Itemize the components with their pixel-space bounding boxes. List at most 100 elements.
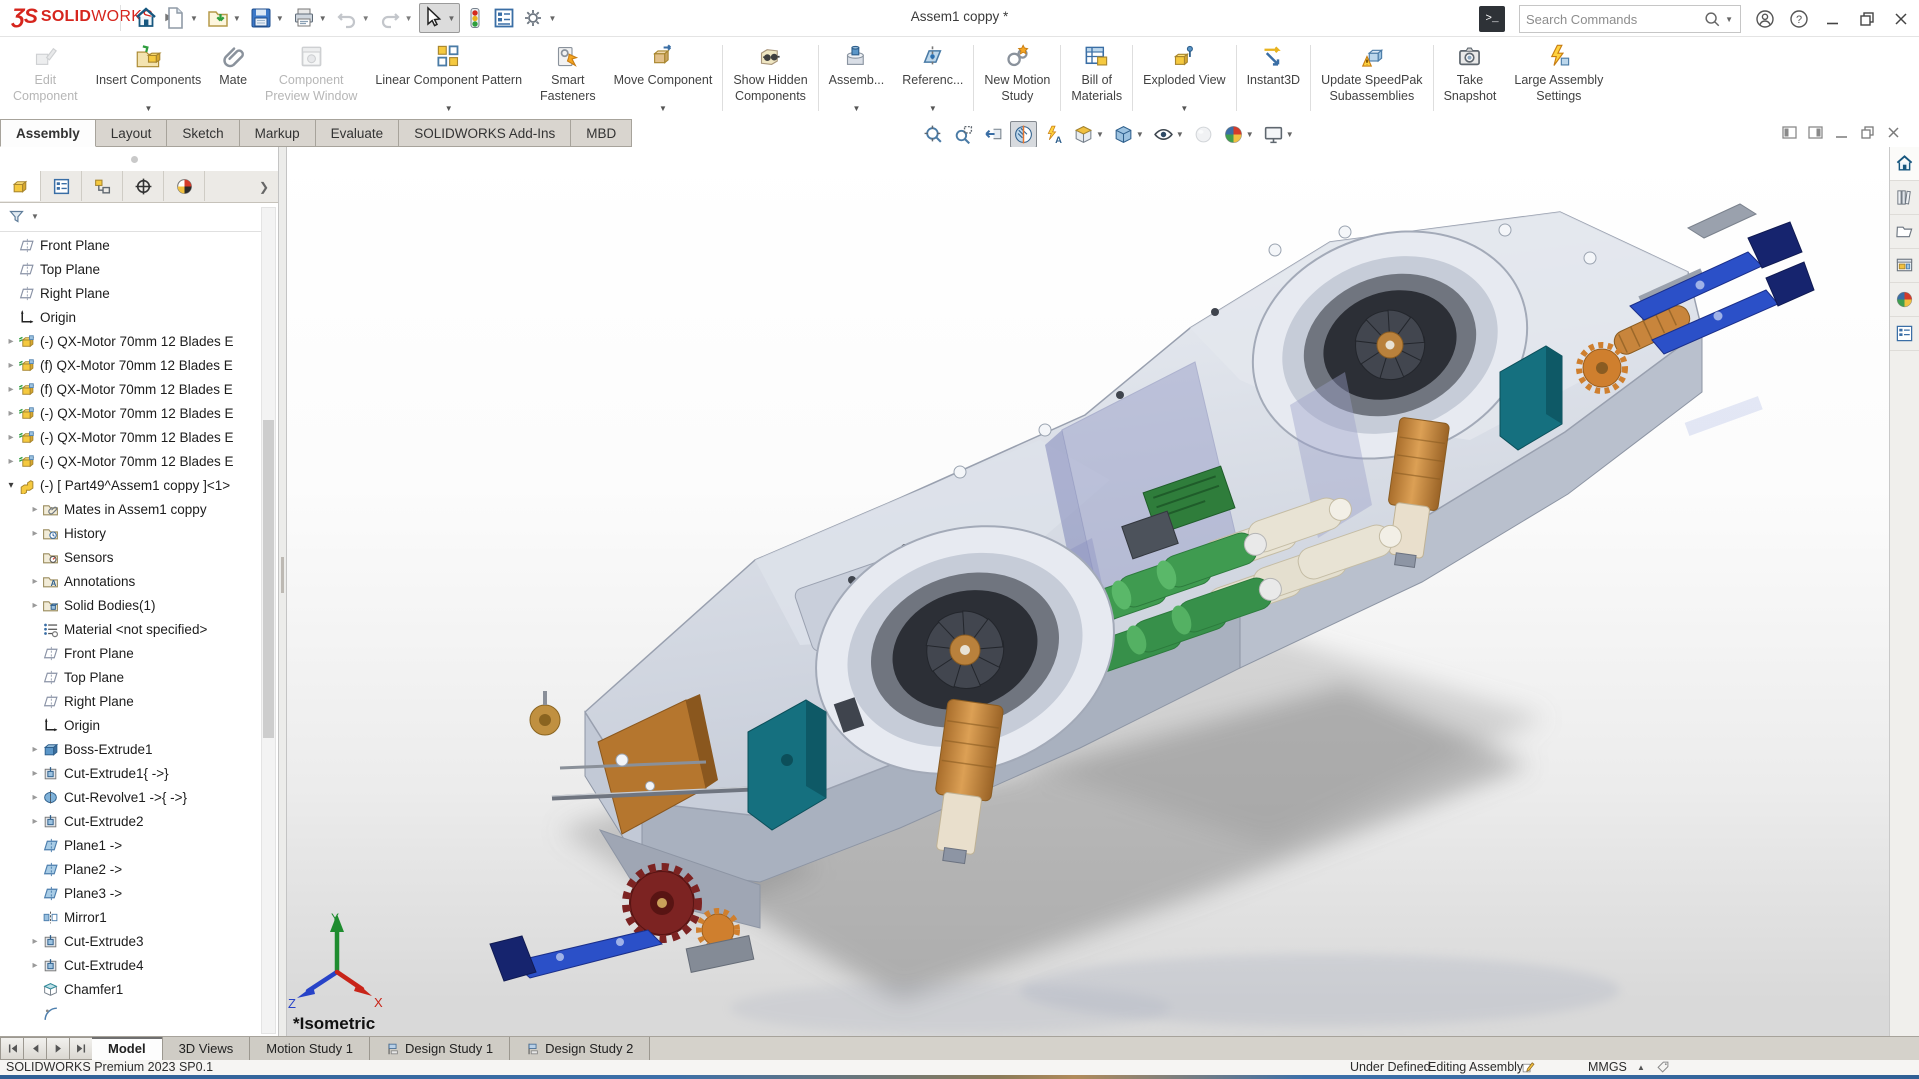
minimize-button[interactable]	[1823, 9, 1843, 29]
undo-dropdown-icon[interactable]: ▼	[362, 14, 370, 23]
filter-dropdown-icon[interactable]: ▼	[31, 212, 39, 221]
settings-gear-button[interactable]: ▼	[519, 3, 561, 33]
panel-tab-dimxpertmanager[interactable]	[123, 171, 164, 201]
task-pane-custom-properties[interactable]	[1890, 317, 1919, 351]
tree-expand-icon[interactable]: ▸	[28, 936, 42, 947]
large-assembly-settings-command[interactable]: Large AssemblySettings	[1505, 37, 1612, 119]
new-doc-button[interactable]: ▼	[161, 3, 203, 33]
view-settings-button[interactable]: ▼	[1260, 121, 1297, 148]
redo-button[interactable]: ▼	[376, 3, 418, 33]
tab-sketch[interactable]: Sketch	[167, 119, 239, 147]
help-icon[interactable]: ?	[1789, 9, 1809, 29]
settings-gear-dropdown-icon[interactable]: ▼	[548, 14, 556, 23]
tree-item[interactable]: Plane2 ->	[0, 857, 261, 881]
view-orientation-dropdown-icon[interactable]: ▼	[1096, 130, 1104, 139]
tree-item[interactable]: ▸Mates in Assem1 coppy	[0, 497, 261, 521]
command-dropdown-icon[interactable]: ▼	[1180, 105, 1188, 115]
user-account-icon[interactable]	[1755, 9, 1775, 29]
tab-evaluate[interactable]: Evaluate	[316, 119, 400, 147]
section-view-button[interactable]	[1010, 121, 1037, 148]
nav-next-button[interactable]	[46, 1037, 69, 1060]
tree-expand-icon[interactable]: ▸	[4, 360, 18, 371]
print-button[interactable]: ▼	[290, 3, 332, 33]
tree-item[interactable]: ▸Boss-Extrude1	[0, 737, 261, 761]
mate-command[interactable]: Mate	[210, 37, 256, 119]
tree-expand-icon[interactable]: ▸	[28, 600, 42, 611]
tree-item[interactable]: Front Plane	[0, 233, 261, 257]
tree-item[interactable]: ▸Cut-Extrude1{ ->}	[0, 761, 261, 785]
edit-appearance-button[interactable]	[1190, 121, 1217, 148]
bottom-tab-model[interactable]: Model	[92, 1037, 163, 1060]
search-commands-box[interactable]: ▼	[1519, 5, 1741, 33]
bottom-tab-design-study-2[interactable]: Design Study 2	[510, 1037, 650, 1060]
tree-expand-icon[interactable]: ▾	[4, 480, 18, 491]
tree-expand-icon[interactable]: ▸	[28, 576, 42, 587]
search-icon[interactable]	[1703, 10, 1721, 28]
panel-tab-featuremanager[interactable]	[0, 171, 41, 201]
tab-layout[interactable]: Layout	[96, 119, 168, 147]
tab-markup[interactable]: Markup	[240, 119, 316, 147]
assembly-features-command[interactable]: Assemb...▼	[820, 37, 894, 119]
panel-tab-displaymanager[interactable]	[164, 171, 205, 201]
tree-item[interactable]: Right Plane	[0, 281, 261, 305]
restore-button[interactable]	[1857, 9, 1877, 29]
rebuild-button[interactable]	[461, 3, 489, 33]
tree-scrollbar-thumb[interactable]	[263, 420, 274, 738]
annotation-views-button[interactable]: A	[1040, 121, 1067, 148]
tree-item[interactable]: Top Plane	[0, 665, 261, 689]
task-pane-view-palette[interactable]	[1890, 249, 1919, 283]
options-list-button[interactable]	[490, 3, 518, 33]
tree-item[interactable]: ▸Cut-Extrude4	[0, 953, 261, 977]
select-cursor-button[interactable]: ▼	[419, 3, 461, 33]
tree-filter-row[interactable]: ▼	[0, 202, 264, 232]
tree-scrollbar[interactable]	[261, 207, 276, 1034]
splitter-grab-handle[interactable]	[281, 557, 284, 593]
command-dropdown-icon[interactable]: ▼	[445, 105, 453, 115]
tree-item[interactable]: Plane1 ->	[0, 833, 261, 857]
nav-last-button[interactable]	[69, 1037, 92, 1060]
win-close-button[interactable]	[1885, 124, 1902, 146]
tree-item[interactable]: ▸Cut-Revolve1 ->{ ->}	[0, 785, 261, 809]
insert-components-command[interactable]: Insert Components▼	[87, 37, 211, 119]
tab-solidworks-add-ins[interactable]: SOLIDWORKS Add-Ins	[399, 119, 571, 147]
command-dropdown-icon[interactable]: ▼	[929, 105, 937, 115]
display-style-dropdown-icon[interactable]: ▼	[1136, 130, 1144, 139]
tab-mbd[interactable]: MBD	[571, 119, 632, 147]
panel-splitter[interactable]	[279, 147, 287, 1036]
instant3d-command[interactable]: Instant3D	[1238, 37, 1310, 119]
tree-expand-icon[interactable]: ▸	[28, 816, 42, 827]
nav-prev-button[interactable]	[23, 1037, 46, 1060]
assembly-model-3d[interactable]: Y Z X *Isometric	[287, 147, 1889, 1036]
tree-item[interactable]: Origin	[0, 713, 261, 737]
search-dropdown-icon[interactable]: ▼	[1725, 15, 1733, 24]
take-snapshot-command[interactable]: TakeSnapshot	[1435, 37, 1506, 119]
tree-expand-icon[interactable]: ▸	[4, 408, 18, 419]
tree-item[interactable]: Sensors	[0, 545, 261, 569]
edit-sketch-icon[interactable]	[1521, 1060, 1535, 1075]
home-button[interactable]	[132, 3, 160, 33]
bottom-tab-design-study-1[interactable]: Design Study 1	[370, 1037, 510, 1060]
tag-icon[interactable]	[1656, 1060, 1670, 1075]
tree-item[interactable]: Plane3 ->	[0, 881, 261, 905]
win-min-button[interactable]	[1833, 124, 1850, 146]
zoom-to-fit-button[interactable]	[920, 121, 947, 148]
panel-grip-dot[interactable]	[131, 156, 138, 163]
tree-item[interactable]: ▸(f) QX-Motor 70mm 12 Blades E	[0, 377, 261, 401]
view-settings-dropdown-icon[interactable]: ▼	[1286, 130, 1294, 139]
task-pane-file-explorer[interactable]	[1890, 215, 1919, 249]
tree-item[interactable]	[0, 1001, 261, 1025]
search-input[interactable]	[1524, 11, 1703, 28]
pane-left-button[interactable]	[1781, 124, 1798, 146]
undo-button[interactable]: ▼	[333, 3, 375, 33]
tree-item[interactable]: ▸(f) QX-Motor 70mm 12 Blades E	[0, 353, 261, 377]
tree-item[interactable]: Mirror1	[0, 905, 261, 929]
tree-item[interactable]: ▸Solid Bodies(1)	[0, 593, 261, 617]
task-pane-appearances[interactable]	[1890, 283, 1919, 317]
pane-right-button[interactable]	[1807, 124, 1824, 146]
redo-dropdown-icon[interactable]: ▼	[405, 14, 413, 23]
apply-scene-button[interactable]: ▼	[1220, 121, 1257, 148]
tree-item[interactable]: ▸(-) QX-Motor 70mm 12 Blades E	[0, 425, 261, 449]
tree-item[interactable]: ▸(-) QX-Motor 70mm 12 Blades E	[0, 401, 261, 425]
tree-item[interactable]: ▸Cut-Extrude2	[0, 809, 261, 833]
print-dropdown-icon[interactable]: ▼	[319, 14, 327, 23]
